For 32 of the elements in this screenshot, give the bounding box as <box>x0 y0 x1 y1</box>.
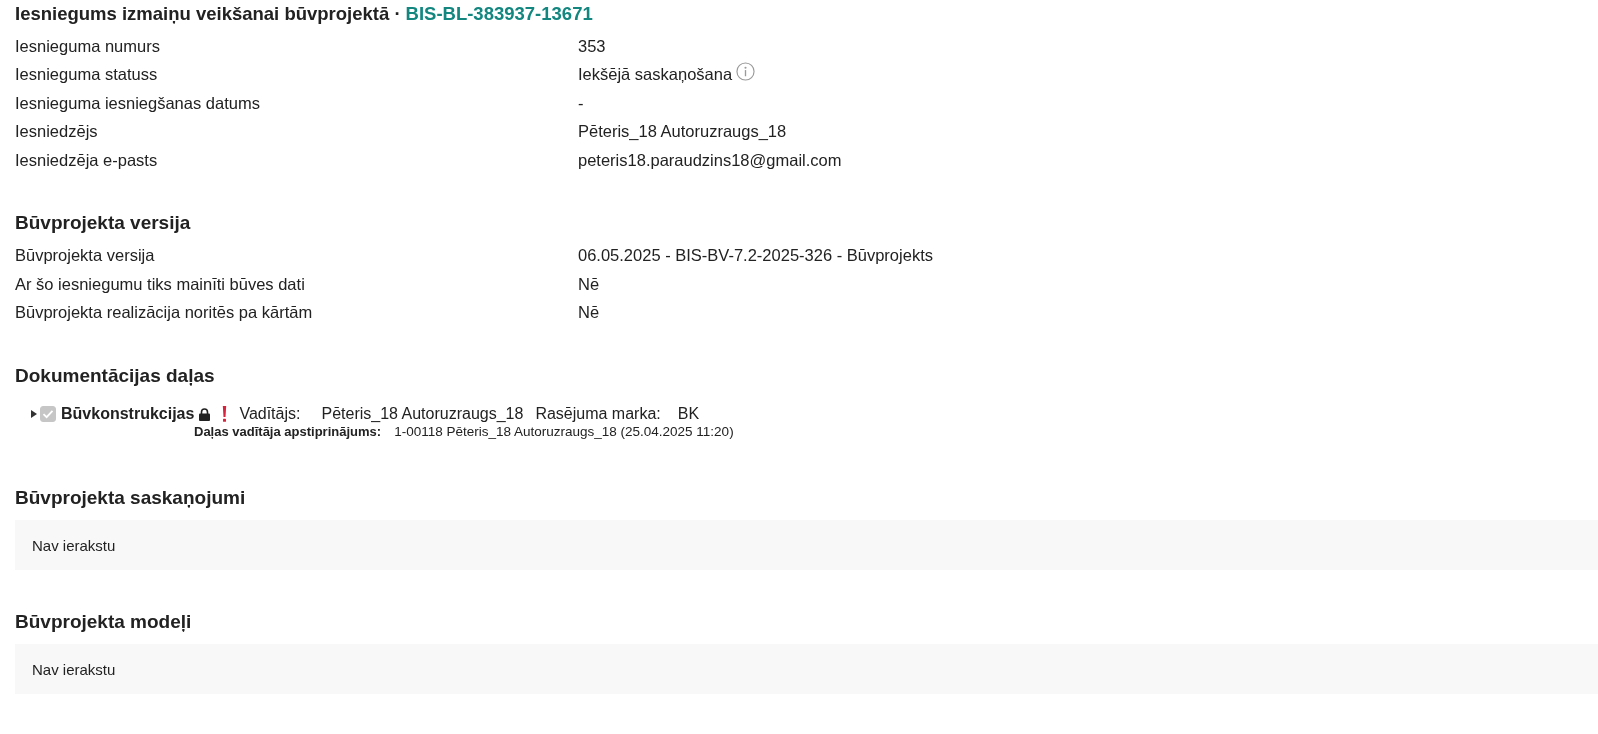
application-code-link[interactable]: BIS-BL-383937-13671 <box>405 3 593 25</box>
field-label: Iesniedzējs <box>15 122 98 142</box>
field-label: Iesnieguma statuss <box>15 65 158 85</box>
drawing-mark-value: BK <box>677 405 700 423</box>
field-label: Būvprojekta realizācija noritēs pa kārtām <box>15 303 313 323</box>
drawing-mark-label: Rasējuma marka: <box>535 405 661 423</box>
field-value: Nē <box>578 303 600 323</box>
manager-name: Pēteris_18 Autoruzraugs_18 <box>321 405 524 423</box>
section-heading: Dokumentācijas daļas <box>15 364 215 388</box>
field-label: Iesniedzēja e-pasts <box>15 150 158 170</box>
section-heading: Būvprojekta modeļi <box>15 610 192 634</box>
section-heading: Būvprojekta versija <box>15 210 191 235</box>
field-label: Iesnieguma numurs <box>15 36 160 56</box>
page-title: Iesniegums izmaiņu veikšanai būvprojektā · <box>15 3 401 25</box>
field-value: 06.05.2025 - BIS-BV-7.2-2025-326 - Būvprojekts <box>578 246 933 266</box>
field-value: Iekšējā saskaņošana <box>578 65 733 85</box>
empty-message: Nav ierakstu <box>32 536 116 554</box>
field-value: Pēteris_18 Autoruzraugs_18 <box>578 122 787 142</box>
field-label: Ar šo iesniegumu tiks mainīti būves dati <box>15 274 305 294</box>
field-value: Nē <box>578 274 600 294</box>
field-value: 353 <box>578 36 606 56</box>
field-value: - <box>578 93 584 113</box>
approval-label: Daļas vadītāja apstiprinājums: <box>194 424 382 439</box>
field-value: peteris18.paraudzins18@gmail.com <box>578 150 842 170</box>
part-name: Būvkonstrukcijas <box>61 405 195 423</box>
field-label: Būvprojekta versija <box>15 246 155 266</box>
manager-label: Vadītājs: <box>239 405 301 423</box>
section-heading: Būvprojekta saskaņojumi <box>15 486 246 510</box>
approval-value: 1-00118 Pēteris_18 Autoruzraugs_18 (25.04.2025 11:20) <box>394 424 734 439</box>
info-icon[interactable] <box>736 62 756 82</box>
field-label: Iesnieguma iesniegšanas datums <box>15 93 260 113</box>
empty-message: Nav ierakstu <box>32 660 116 678</box>
